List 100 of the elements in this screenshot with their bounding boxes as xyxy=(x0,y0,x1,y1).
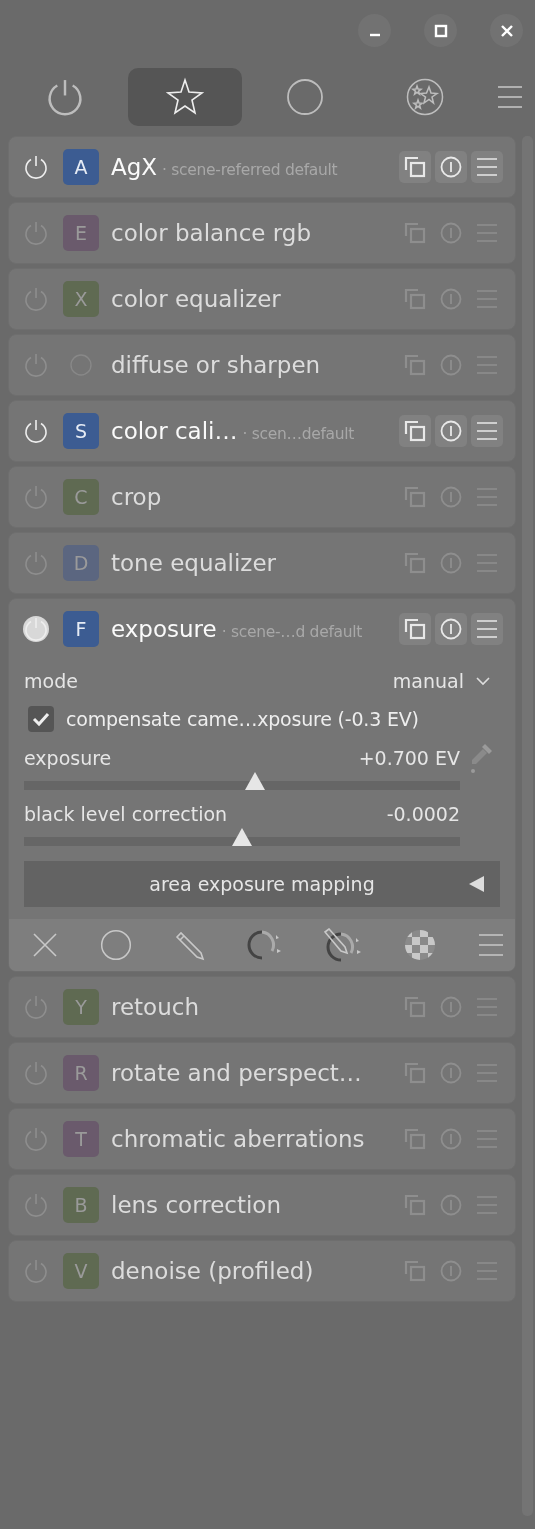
module-name[interactable]: crop xyxy=(111,484,162,510)
header-button[interactable] xyxy=(435,151,467,183)
section-header[interactable]: area exposure mapping xyxy=(24,861,500,907)
power-icon xyxy=(23,1126,49,1152)
module-name[interactable]: denoise (profiled) xyxy=(111,1258,314,1284)
instances-icon xyxy=(404,1260,426,1282)
module-name[interactable]: retouch xyxy=(111,994,199,1020)
module-name[interactable]: color balance rgb xyxy=(111,220,312,246)
instances-icon xyxy=(404,486,426,508)
slider-label: black level correction xyxy=(24,803,229,825)
minimize-icon xyxy=(368,32,381,37)
checker-icon xyxy=(404,929,436,961)
module-name[interactable]: exposure xyxy=(111,616,217,642)
power-icon xyxy=(23,1258,49,1284)
pencil-icon xyxy=(173,929,205,961)
slider-thumb[interactable] xyxy=(244,771,267,791)
header-button[interactable] xyxy=(471,415,503,447)
mask-tool[interactable] xyxy=(246,929,282,961)
power-icon xyxy=(23,286,49,312)
menu-icon xyxy=(477,933,505,957)
power-icon xyxy=(45,77,85,117)
stars-icon xyxy=(406,78,444,116)
power-icon xyxy=(23,550,49,576)
module-name[interactable]: color cali… xyxy=(111,418,238,444)
instances-icon xyxy=(404,552,426,574)
shortcut-badge: R xyxy=(63,1055,99,1091)
reset-icon xyxy=(440,1194,462,1216)
module-name[interactable]: rotate and perspect… xyxy=(111,1060,362,1086)
shortcut-badge: Y xyxy=(63,989,99,1025)
instances-icon xyxy=(404,222,426,244)
reset-icon xyxy=(440,354,462,376)
presets-icon xyxy=(476,619,498,639)
shortcut-badge: B xyxy=(63,1187,99,1223)
power-icon xyxy=(23,1192,49,1218)
circle-icon xyxy=(100,929,132,961)
mode-label: mode xyxy=(24,670,78,692)
mode-dropdown[interactable]: manual xyxy=(392,670,490,692)
parametric-icon xyxy=(246,929,282,961)
shortcut-badge: T xyxy=(63,1121,99,1157)
close-button[interactable] xyxy=(490,14,523,47)
instances-icon xyxy=(404,1128,426,1150)
shortcut-badge: X xyxy=(63,281,99,317)
module-name[interactable]: diffuse or sharpen xyxy=(111,352,321,378)
instances-icon xyxy=(404,618,426,640)
instances-icon xyxy=(404,996,426,1018)
instances-icon xyxy=(404,354,426,376)
checkbox[interactable] xyxy=(28,706,54,732)
reset-icon xyxy=(440,156,462,178)
slider-value: +0.700 EV xyxy=(358,747,460,769)
mask-tool[interactable] xyxy=(323,928,363,962)
header-button[interactable] xyxy=(399,415,431,447)
header-button[interactable] xyxy=(435,613,467,645)
module-name[interactable]: lens correction xyxy=(111,1192,281,1218)
shortcut-badge: S xyxy=(63,413,99,449)
reset-icon xyxy=(440,222,462,244)
drawn-parametric-icon xyxy=(323,928,363,962)
reset-icon xyxy=(440,618,462,640)
chevron-down-icon xyxy=(476,676,490,686)
instances-icon xyxy=(404,420,426,442)
slider-label: exposure xyxy=(24,747,113,769)
slider-thumb[interactable] xyxy=(231,827,253,847)
power-icon xyxy=(23,352,49,378)
module-name[interactable]: chromatic aberrations xyxy=(111,1126,365,1152)
shortcut-badge: C xyxy=(63,479,99,515)
cross-icon xyxy=(31,931,59,959)
circle-icon xyxy=(286,78,324,116)
reset-icon xyxy=(440,1062,462,1084)
module-name[interactable]: color equalizer xyxy=(111,286,281,312)
header-button[interactable] xyxy=(435,415,467,447)
star-tab[interactable] xyxy=(128,68,242,126)
power-icon xyxy=(23,994,49,1020)
module-name[interactable]: tone equalizer xyxy=(111,550,276,576)
shortcut-badge: A xyxy=(63,149,99,185)
header-button[interactable] xyxy=(399,613,431,645)
menu-icon xyxy=(497,85,523,109)
header-button[interactable] xyxy=(471,151,503,183)
instances-icon xyxy=(404,288,426,310)
power-icon xyxy=(23,220,49,246)
slider-value: -0.0002 xyxy=(386,803,460,825)
close-icon xyxy=(499,23,514,38)
presets-icon xyxy=(476,421,498,441)
shortcut-badge: E xyxy=(63,215,99,251)
instances-icon xyxy=(404,1062,426,1084)
triangle-left-icon xyxy=(468,875,486,893)
reset-icon xyxy=(440,486,462,508)
power-icon xyxy=(23,616,49,642)
reset-icon xyxy=(440,420,462,442)
shortcut-badge: F xyxy=(63,611,99,647)
header-button[interactable] xyxy=(471,613,503,645)
shortcut-badge: V xyxy=(63,1253,99,1289)
instances-icon xyxy=(404,1194,426,1216)
maximize-button[interactable] xyxy=(424,14,457,47)
menu-button[interactable] xyxy=(497,85,523,109)
module-name[interactable]: AgX xyxy=(111,154,158,180)
minimize-button[interactable] xyxy=(358,14,391,47)
instances-icon xyxy=(404,156,426,178)
header-button[interactable] xyxy=(399,151,431,183)
presets-icon xyxy=(476,157,498,177)
power-icon xyxy=(23,1060,49,1086)
maximize-icon xyxy=(433,23,448,38)
